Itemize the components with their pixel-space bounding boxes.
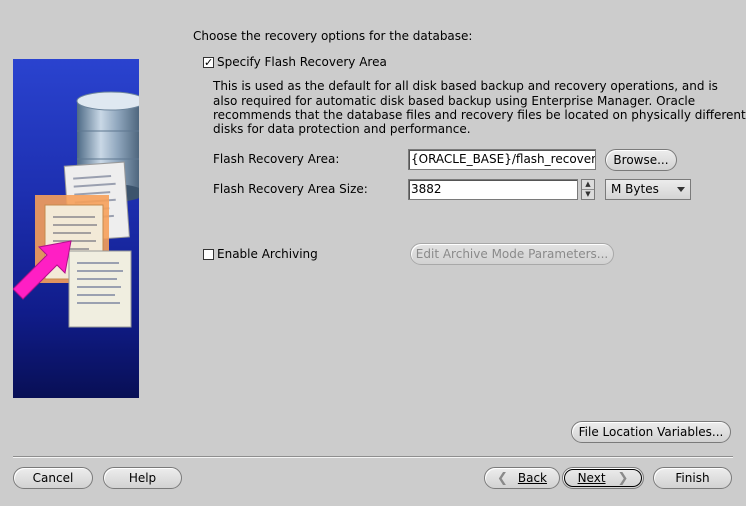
- flash-recovery-checkbox-label[interactable]: Specify Flash Recovery Area: [217, 55, 387, 69]
- chevron-down-icon: [677, 187, 685, 192]
- size-unit-value: M Bytes: [611, 182, 659, 196]
- flash-size-spinner[interactable]: ▲ ▼: [581, 179, 595, 200]
- flash-size-label: Flash Recovery Area Size:: [213, 182, 368, 196]
- next-button-label: Next: [577, 471, 606, 485]
- help-button[interactable]: Help: [103, 467, 182, 489]
- spinner-down-icon[interactable]: ▼: [582, 190, 594, 199]
- back-button-label: Back: [517, 471, 548, 485]
- flash-recovery-checkbox[interactable]: ✓: [203, 57, 214, 68]
- enable-archiving-label[interactable]: Enable Archiving: [217, 247, 318, 261]
- wizard-illustration: [13, 59, 139, 398]
- footer-separator: [13, 456, 733, 458]
- flash-area-input[interactable]: {ORACLE_BASE}/flash_recovery_: [408, 149, 596, 170]
- edit-archive-params-button[interactable]: Edit Archive Mode Parameters...: [410, 243, 614, 265]
- finish-button[interactable]: Finish: [653, 467, 732, 489]
- flash-description-line-1: This is used as the default for all disk…: [213, 79, 718, 93]
- flash-description-line-3: recommends that the database files and r…: [213, 108, 746, 122]
- size-unit-select[interactable]: M Bytes: [605, 179, 691, 200]
- flash-description-line-4: disks for data protection and performanc…: [213, 122, 471, 136]
- flash-description-line-2: also required for automatic disk based b…: [213, 94, 696, 108]
- flash-size-input[interactable]: 3882: [408, 179, 578, 200]
- back-button[interactable]: ❮ Back: [484, 467, 560, 489]
- spinner-up-icon[interactable]: ▲: [582, 180, 594, 190]
- cancel-button[interactable]: Cancel: [13, 467, 93, 489]
- file-location-variables-button[interactable]: File Location Variables...: [571, 421, 731, 443]
- next-button[interactable]: Next ❯: [562, 467, 644, 489]
- next-chevron-icon: ❯: [617, 470, 629, 486]
- page-heading: Choose the recovery options for the data…: [193, 29, 473, 43]
- back-chevron-icon: ❮: [496, 470, 508, 486]
- flash-area-label: Flash Recovery Area:: [213, 152, 340, 166]
- database-documents-illustration: [13, 91, 139, 328]
- enable-archiving-checkbox[interactable]: [203, 249, 214, 260]
- browse-button[interactable]: Browse...: [605, 149, 677, 171]
